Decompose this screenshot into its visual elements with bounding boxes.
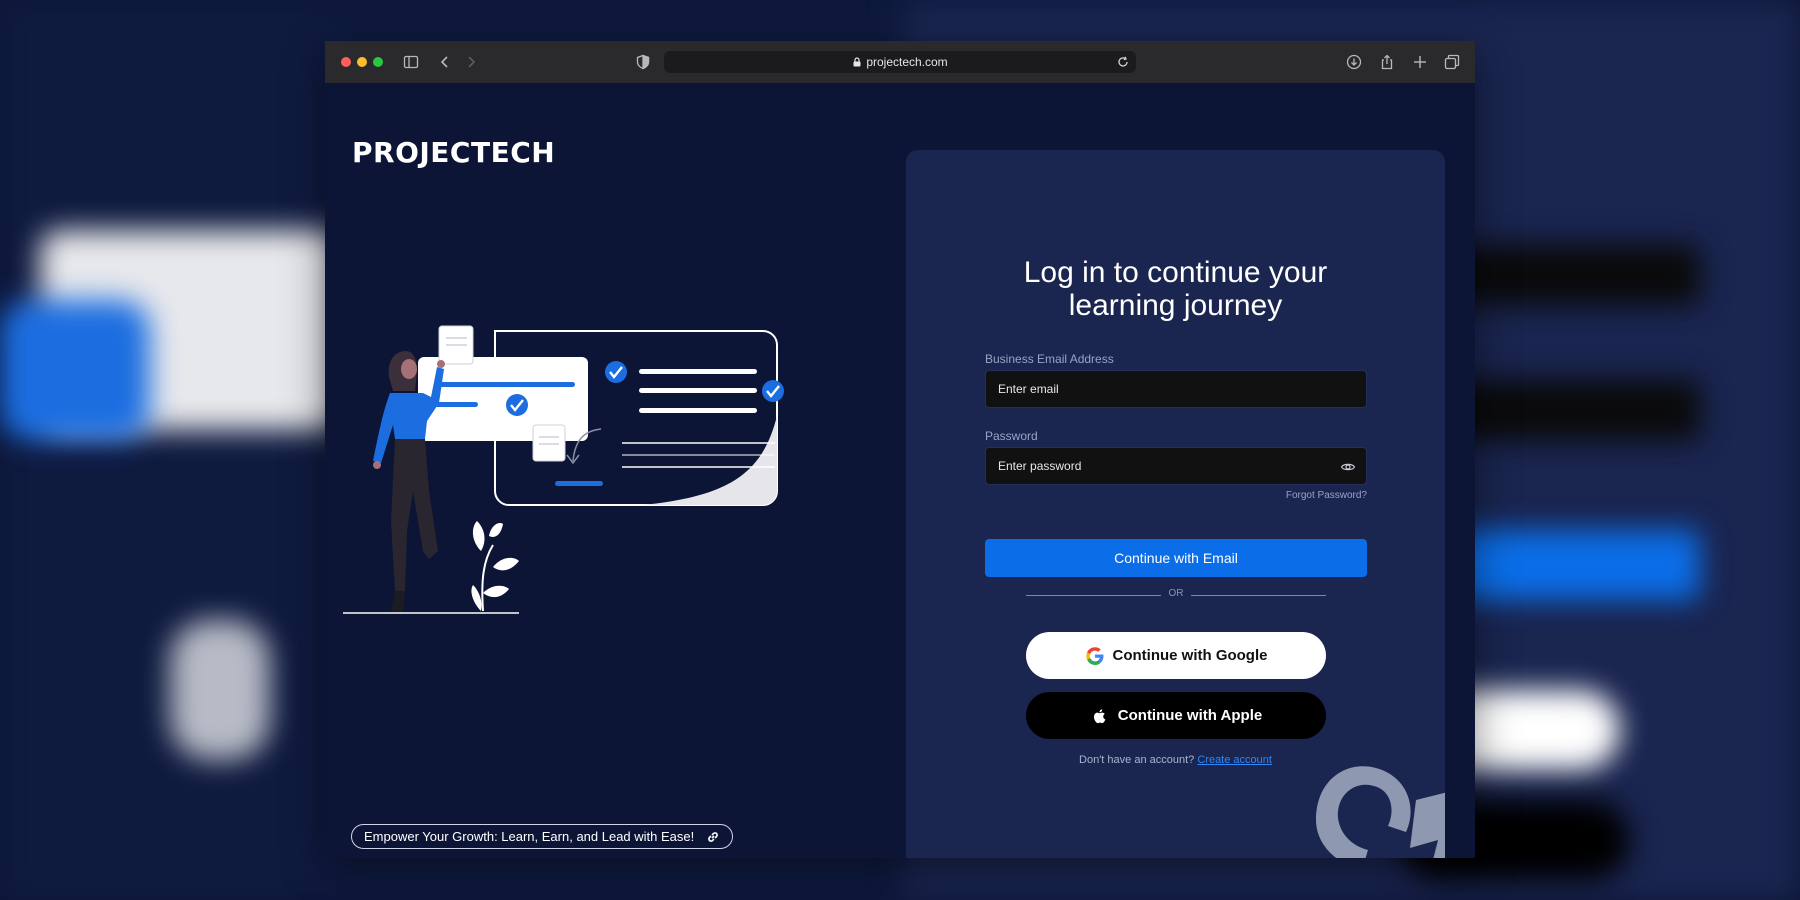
shield-icon[interactable] [633,52,653,72]
browser-window: projectech.com PROJECTECH Empower Your G… [325,41,1475,858]
reload-icon[interactable] [1116,55,1130,69]
lock-icon [853,57,861,67]
link-icon [708,832,719,842]
brand-watermark-icon [1316,766,1445,858]
create-account-link[interactable]: Create account [1197,754,1272,766]
password-label: Password [985,429,1038,443]
tagline-text: Empower Your Growth: Learn, Earn, and Le… [364,829,695,844]
hero-illustration [343,325,784,614]
google-button-label: Continue with Google [1112,647,1268,664]
address-bar[interactable]: projectech.com [664,51,1136,73]
or-divider: OR [1026,588,1326,602]
download-icon[interactable] [1344,52,1364,72]
eye-icon[interactable] [1340,459,1356,475]
brand-logo[interactable]: PROJECTECH [352,136,555,169]
login-heading: Log in to continue your learning journey [1023,256,1328,322]
password-field[interactable] [986,448,1366,484]
sidebar-icon[interactable] [401,52,421,72]
google-icon [1085,646,1105,666]
forward-icon[interactable] [461,52,481,72]
email-field-wrapper [985,370,1367,408]
browser-toolbar: projectech.com [325,41,1475,83]
share-icon[interactable] [1377,52,1397,72]
or-label: OR [1168,588,1184,599]
continue-with-apple-button[interactable]: Continue with Apple [1026,692,1326,739]
login-card: Log in to continue your learning journey… [906,150,1445,858]
minimize-window-button[interactable] [357,57,367,67]
no-account-text: Don't have an account? [1079,754,1195,766]
tabs-icon[interactable] [1442,52,1462,72]
password-field-wrapper [985,447,1367,485]
close-window-button[interactable] [341,57,351,67]
forgot-password-link[interactable]: Forgot Password? [906,490,1367,501]
email-field[interactable] [986,371,1366,407]
tagline-pill[interactable]: Empower Your Growth: Learn, Earn, and Le… [351,824,734,849]
apple-icon [1090,706,1110,726]
continue-with-email-button[interactable]: Continue with Email [985,539,1367,577]
continue-with-google-button[interactable]: Continue with Google [1026,632,1326,679]
email-label: Business Email Address [985,352,1114,366]
new-tab-icon[interactable] [1410,52,1430,72]
page-content: PROJECTECH Empower Your Growth: Learn, E… [325,83,1475,858]
back-icon[interactable] [435,52,455,72]
apple-button-label: Continue with Apple [1117,707,1263,724]
zoom-window-button[interactable] [373,57,383,67]
url-text: projectech.com [866,55,948,69]
